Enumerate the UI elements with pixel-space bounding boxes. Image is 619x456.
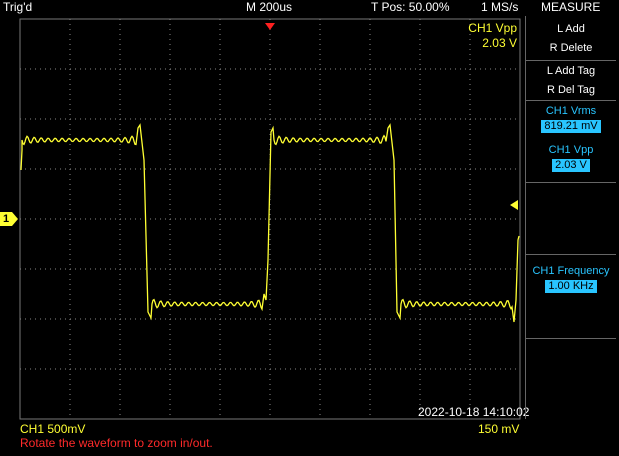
measure-slot-2[interactable]: CH1 Vpp 2.03 V xyxy=(526,141,616,181)
measure-3-label: CH1 Frequency xyxy=(532,265,610,277)
measure-side-menu: L Add R Delete L Add Tag R Del Tag CH1 V… xyxy=(525,16,616,419)
ch1-scale[interactable]: CH1 500mV xyxy=(20,422,85,436)
trigger-level-marker xyxy=(510,200,518,210)
oscilloscope-screen: Trig'd M 200us T Pos: 50.00% 1 MS/s MEAS… xyxy=(0,0,619,456)
r-delete-label: R Delete xyxy=(549,42,593,54)
ch1-ground-marker[interactable]: 1 xyxy=(0,212,18,226)
trigger-position-marker xyxy=(265,23,275,30)
ch1-waveform xyxy=(20,123,520,323)
menu-divider xyxy=(526,60,616,61)
graticule-grid xyxy=(20,19,520,419)
l-add-tag-label: L Add Tag xyxy=(546,65,596,77)
measure-slot-1[interactable]: CH1 Vrms 819.21 mV xyxy=(526,102,616,142)
menu-divider xyxy=(526,182,616,183)
l-add-label: L Add xyxy=(557,23,585,35)
measure-1-value: 819.21 mV xyxy=(541,120,601,133)
menu-divider xyxy=(526,100,616,101)
measure-2-label: CH1 Vpp xyxy=(548,144,594,156)
menu-divider xyxy=(526,338,616,339)
measure-1-label: CH1 Vrms xyxy=(545,105,597,117)
add-tag-button[interactable]: L Add Tag R Del Tag xyxy=(526,62,616,102)
timestamp: 2022-10-18 14:10:02 xyxy=(418,405,530,419)
ch1-vpp-label: CH1 Vpp xyxy=(468,21,517,35)
measure-2-value: 2.03 V xyxy=(552,159,590,172)
measure-slot-3[interactable]: CH1 Frequency 1.00 KHz xyxy=(526,262,616,302)
menu-divider xyxy=(526,254,616,255)
hint-text: Rotate the waveform to zoom in/out. xyxy=(20,436,213,450)
trigger-level[interactable]: 150 mV xyxy=(478,422,519,436)
add-delete-button[interactable]: L Add R Delete xyxy=(526,20,616,60)
r-del-tag-label: R Del Tag xyxy=(546,84,596,96)
channel-marker-label: 1 xyxy=(3,213,10,225)
ch1-vpp-value: 2.03 V xyxy=(482,36,517,50)
measure-3-value: 1.00 KHz xyxy=(545,280,597,293)
